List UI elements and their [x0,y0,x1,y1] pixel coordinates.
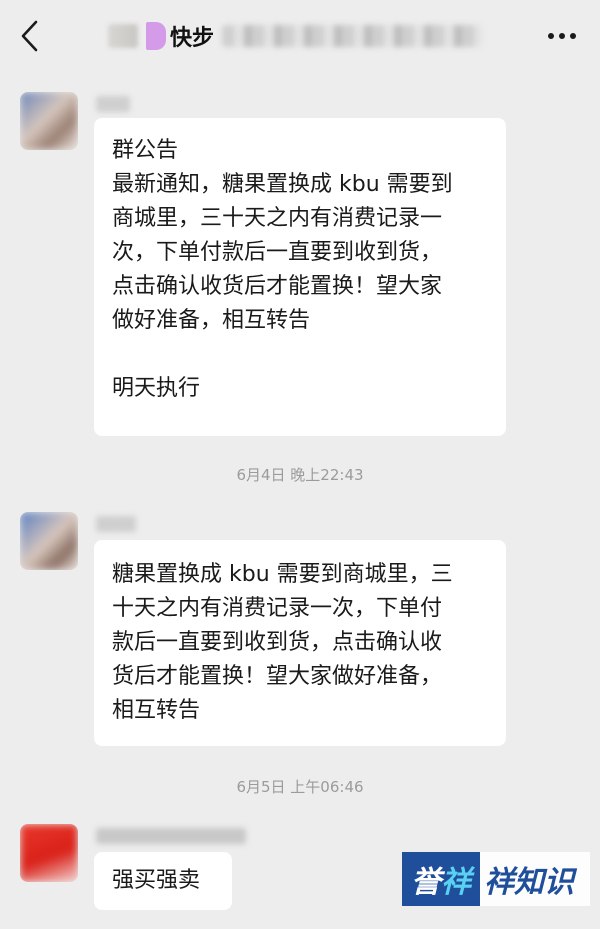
watermark-char-1: 誉 [411,865,441,900]
message-bubble[interactable]: 强买强卖 [94,852,232,910]
title-blurred-text [222,25,483,47]
sender-name-blurred [96,516,136,532]
message-timestamp: 6月4日 晚上22:43 [236,466,364,484]
message-bubble[interactable]: 糖果置换成 kbu 需要到商城里，三 十天之内有消费记录一次，下单付 款后一直要… [94,540,506,746]
more-button[interactable] [542,22,582,50]
chat-title-area: 快步 [108,18,483,54]
avatar[interactable] [20,512,78,570]
title-blurred-icon [108,24,138,48]
ellipsis-icon [548,33,576,39]
watermark-text: 祥知识 [480,852,590,906]
chevron-left-icon [21,20,38,52]
message-bubble[interactable]: 群公告 最新通知，糖果置换成 kbu 需要到 商城里，三十天之内有消费记录一 次… [94,118,506,436]
watermark-box: 誉祥 [402,852,480,906]
avatar[interactable] [20,92,78,150]
watermark-char-2: 祥 [441,865,471,900]
chat-header: 快步 [0,0,600,72]
avatar[interactable] [20,824,78,882]
message-timestamp: 6月5日 上午06:46 [236,778,364,796]
watermark-logo: 誉祥 祥知识 [402,852,590,906]
sender-name-blurred [96,828,246,844]
chat-title: 快步 [170,26,215,51]
title-purple-icon [146,22,166,50]
sender-name-blurred [96,96,130,112]
back-button[interactable] [12,16,48,56]
